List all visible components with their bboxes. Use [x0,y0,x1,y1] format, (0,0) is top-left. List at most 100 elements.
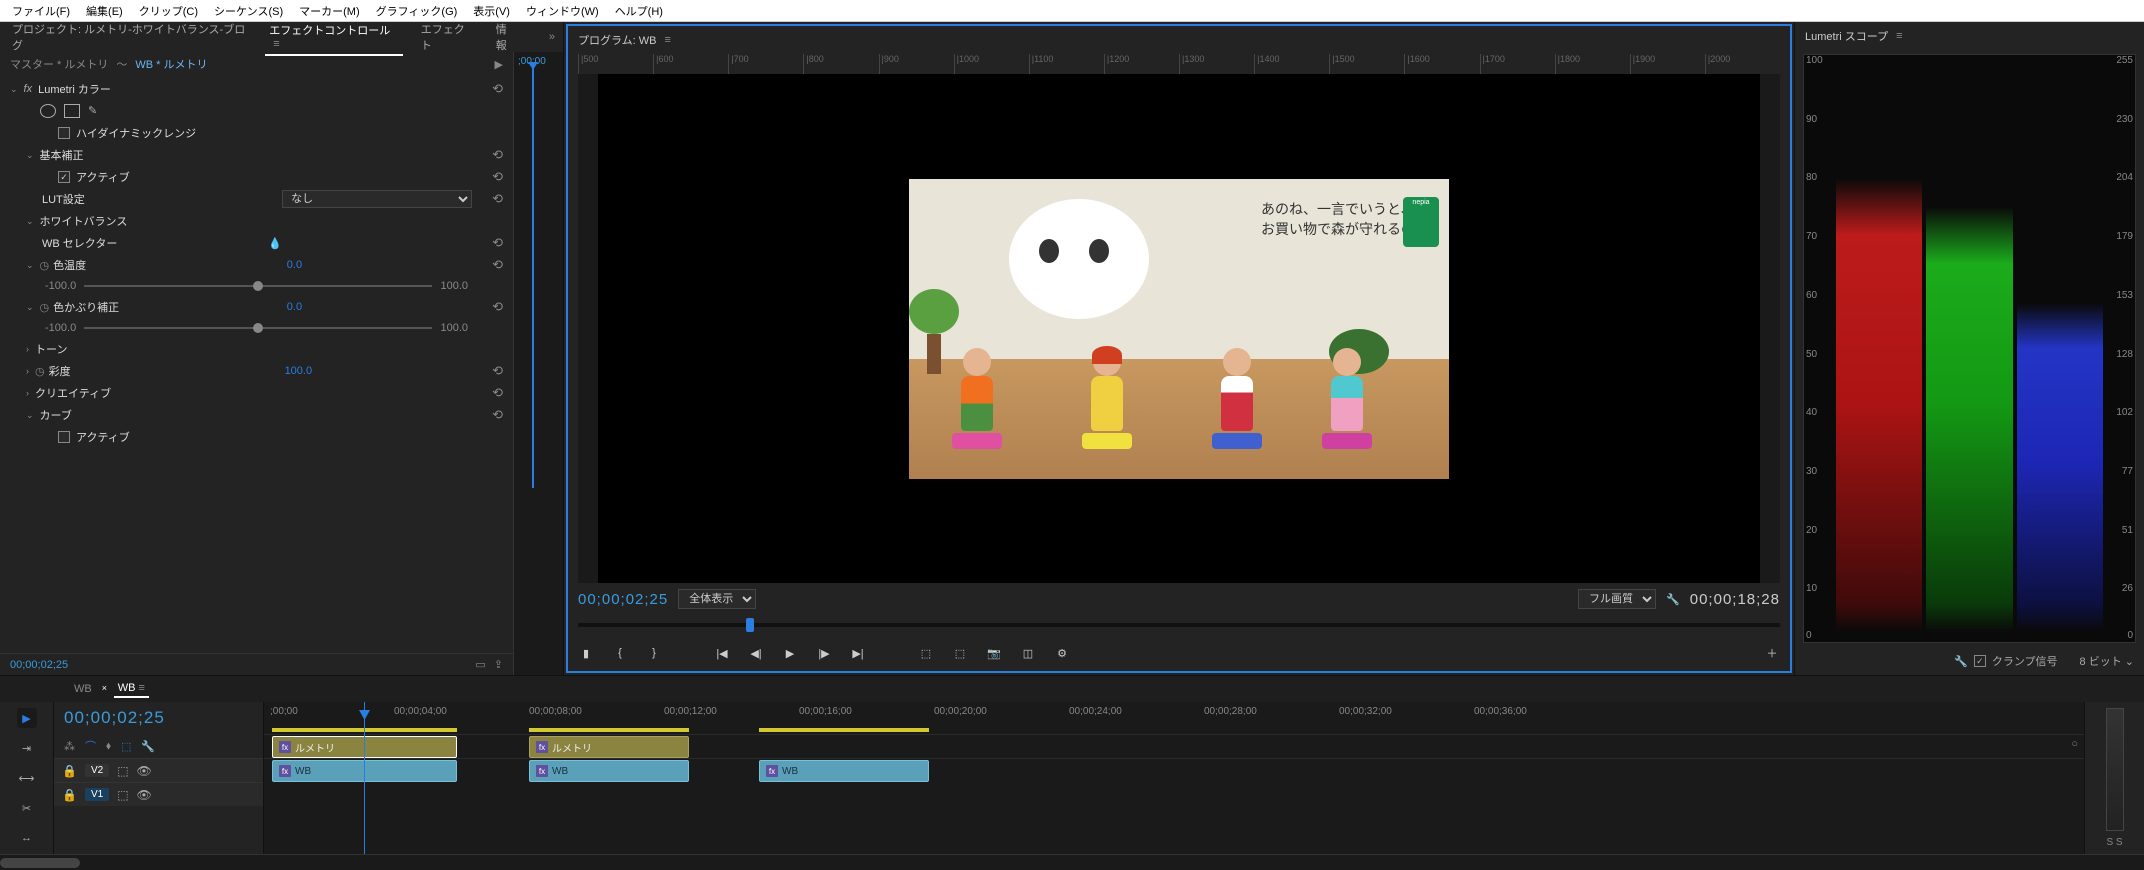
clamp-checkbox[interactable] [1974,655,1986,667]
timeline-scrollbar[interactable] [0,854,2144,870]
snap-icon[interactable]: ⁂ [64,740,75,753]
disclosure-icon[interactable]: ⌄ [26,150,34,161]
clip-lumetri-2[interactable]: fxルメトリ [529,736,689,758]
eye-icon[interactable]: 👁 [137,788,152,802]
clip-wb-3[interactable]: fxWB [759,760,929,782]
step-back-icon[interactable]: ◀| [746,643,766,663]
track-target-v1[interactable]: V1 [85,788,109,801]
insert-mode-icon[interactable]: ⬚ [121,740,131,753]
reset-icon[interactable]: ⟲ [492,363,503,379]
disclosure-icon[interactable]: ⌄ [26,216,34,227]
reset-icon[interactable]: ⟲ [492,407,503,423]
disclosure-icon[interactable]: ⌄ [26,302,34,313]
menu-help[interactable]: ヘルプ(H) [607,1,671,21]
lock-icon[interactable]: 🔒 [62,764,77,778]
slip-tool-icon[interactable]: ↔ [17,828,37,848]
stopwatch-icon[interactable]: ◷ [40,259,50,272]
stopwatch-icon[interactable]: ◷ [35,365,45,378]
toggle-icon[interactable]: ▭ [475,658,485,671]
settings-icon[interactable]: 🔧 [141,740,155,753]
timeline-playhead[interactable] [364,702,365,854]
sync-lock-icon[interactable]: ⬚ [117,764,128,778]
close-icon[interactable]: × [102,683,107,693]
disclosure-icon[interactable]: › [26,366,29,376]
reset-icon[interactable]: ⟲ [492,257,503,273]
reset-icon[interactable]: ⟲ [492,299,503,315]
disclosure-icon[interactable]: ⌄ [10,84,18,95]
stopwatch-icon[interactable]: ◷ [40,301,50,314]
wrench-icon[interactable]: 🔧 [1666,593,1680,606]
export-frame-icon[interactable]: 📷 [984,643,1004,663]
lift-icon[interactable]: ⬚ [916,643,936,663]
eye-icon[interactable]: 👁 [137,764,152,778]
marker-icon[interactable]: ▮ [576,643,596,663]
reset-icon[interactable]: ⟲ [492,385,503,401]
mask-ellipse-icon[interactable] [40,104,56,118]
breadcrumb-clip[interactable]: WB * ルメトリ [135,56,207,72]
lut-select[interactable]: なし [282,190,472,208]
active2-checkbox[interactable] [58,431,70,443]
hdr-checkbox[interactable] [58,127,70,139]
play-icon[interactable]: ▶ [780,643,800,663]
track-header-v1[interactable]: 🔒 V1 ⬚ 👁 [54,782,263,806]
sequence-tab-wb2[interactable]: ×WB ≡ [114,680,149,698]
play-icon[interactable]: ▶ [495,58,503,71]
program-timecode-left[interactable]: 00;00;02;25 [578,591,668,608]
zoom-select[interactable]: 全体表示 [678,589,756,609]
disclosure-icon[interactable]: ⌄ [26,260,34,271]
clip-wb-2[interactable]: fxWB [529,760,689,782]
mark-in-icon[interactable]: { [610,643,630,663]
export-icon[interactable]: ⇪ [494,658,503,671]
track-v1[interactable]: fxWB fxWB fxWB [264,758,2084,782]
reset-icon[interactable]: ⟲ [492,191,503,207]
disclosure-icon[interactable]: › [26,388,29,398]
compare-icon[interactable]: ◫ [1018,643,1038,663]
mini-playhead[interactable] [532,68,534,488]
lock-icon[interactable]: 🔒 [62,788,77,802]
go-to-out-icon[interactable]: ▶| [848,643,868,663]
quality-select[interactable]: フル画質 [1578,589,1656,609]
timeline-tracks[interactable]: ;00;00 00;00;04;00 00;00;08;00 00;00;12;… [264,702,2084,854]
reset-icon[interactable]: ⟲ [492,235,503,251]
linked-selection-icon[interactable]: ⌒ [85,738,96,754]
panel-menu-icon[interactable]: ≡ [665,34,671,46]
tint-value[interactable]: 0.0 [287,301,302,313]
track-select-tool-icon[interactable]: ⇥ [17,738,37,758]
reset-icon[interactable]: ⟲ [492,147,503,163]
add-button-icon[interactable]: ＋ [1762,643,1782,663]
settings-icon[interactable]: ⚙ [1052,643,1072,663]
sync-lock-icon[interactable]: ⬚ [117,788,128,802]
wrench-icon[interactable]: 🔧 [1954,655,1968,668]
panel-menu-icon[interactable]: ≡ [1896,30,1902,42]
eyedropper-icon[interactable]: 💧 [268,237,282,250]
timeline-timecode[interactable]: 00;00;02;25 [54,702,263,734]
reset-icon[interactable]: ⟲ [492,81,503,97]
disclosure-icon[interactable]: › [26,344,29,354]
step-forward-icon[interactable]: |▶ [814,643,834,663]
tab-project[interactable]: プロジェクト: ルメトリ-ホワイトバランス-ブログ [8,17,251,57]
temperature-value[interactable]: 0.0 [287,259,302,271]
sequence-tab-wb1[interactable]: WB [70,681,96,697]
effect-mini-timeline[interactable]: ;00;00 [513,52,563,675]
temperature-slider[interactable]: -100.0100.0 [0,276,513,296]
ripple-tool-icon[interactable]: ⟷ [17,768,37,788]
selection-tool-icon[interactable]: ▶ [17,708,37,728]
disclosure-icon[interactable]: ⌄ [26,410,34,421]
video-viewport[interactable]: あのね、一言でいうと、お買い物で森が守れるの。 nepia [598,74,1760,583]
active-checkbox[interactable] [58,171,70,183]
timeline-ruler[interactable]: ;00;00 00;00;04;00 00;00;08;00 00;00;12;… [264,702,2084,734]
mask-rect-icon[interactable] [64,104,80,118]
tab-effect-controls[interactable]: エフェクトコントロール ≡ [265,18,403,56]
go-to-in-icon[interactable]: |◀ [712,643,732,663]
bit-depth-select[interactable]: 8 ビット ⌄ [2080,653,2134,669]
panel-menu-icon[interactable]: ≡ [273,38,279,50]
program-scrubber[interactable] [568,615,1790,635]
track-target-v2[interactable]: V2 [85,764,109,777]
razor-tool-icon[interactable]: ✂ [17,798,37,818]
scroll-knob-icon[interactable]: ○ [2071,738,2078,750]
mark-out-icon[interactable]: } [644,643,664,663]
track-v2[interactable]: fxルメトリ fxルメトリ [264,734,2084,758]
menu-window[interactable]: ウィンドウ(W) [518,1,607,21]
extract-icon[interactable]: ⬚ [950,643,970,663]
chevron-right-icon[interactable]: » [549,31,555,43]
